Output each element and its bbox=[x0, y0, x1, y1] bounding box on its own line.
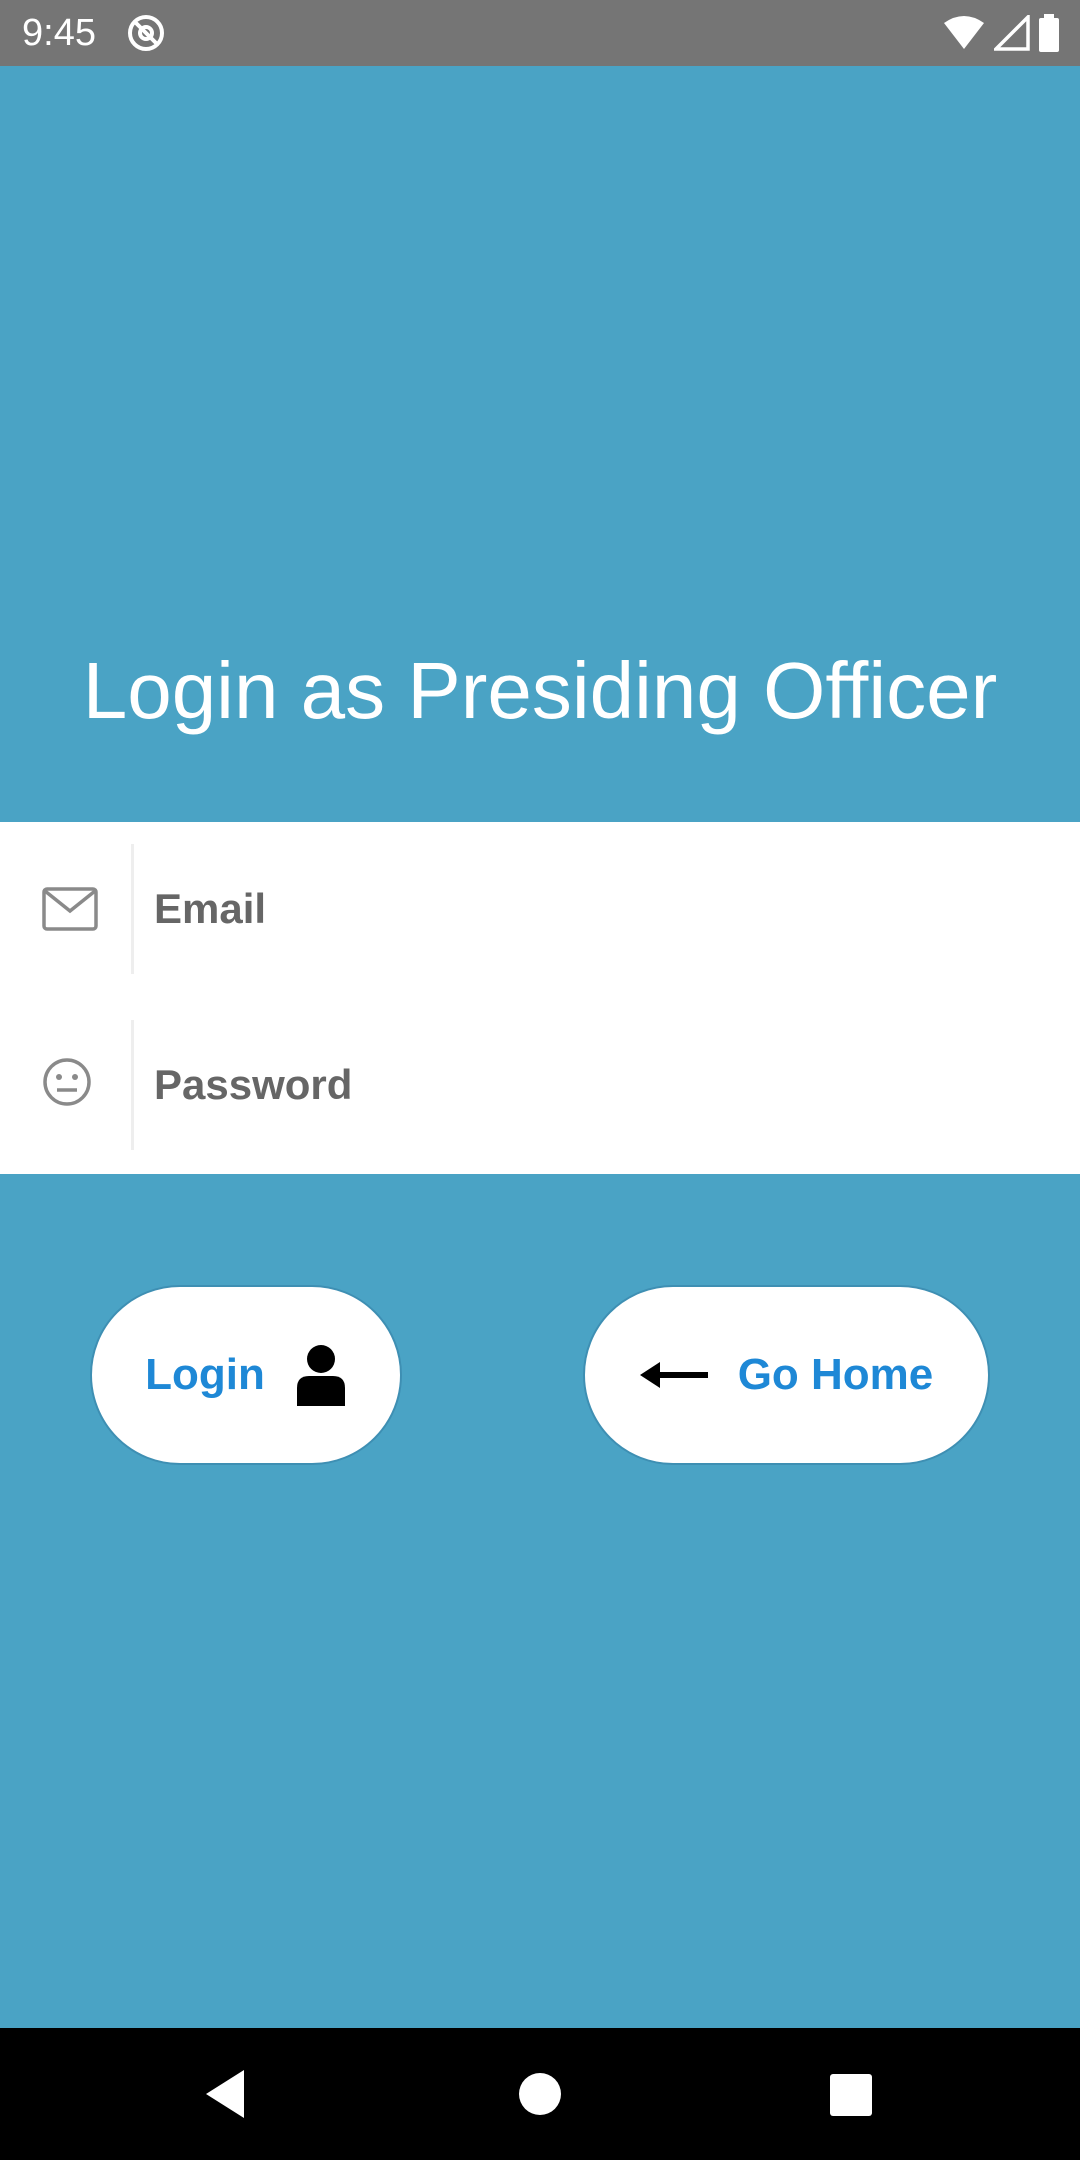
neutral-face-icon bbox=[43, 1058, 91, 1106]
recents-square-icon[interactable] bbox=[820, 2064, 880, 2124]
at-sign-icon bbox=[128, 15, 164, 51]
email-divider bbox=[131, 844, 134, 974]
arrow-left-icon bbox=[639, 1362, 708, 1388]
cell-signal-icon bbox=[994, 15, 1030, 51]
status-bar: 9:45 bbox=[0, 0, 1080, 66]
header: Login as Presiding Officer bbox=[0, 66, 1080, 822]
system-nav-bar bbox=[0, 2028, 1080, 2160]
go-home-button[interactable]: Go Home bbox=[583, 1285, 990, 1465]
wifi-icon bbox=[944, 16, 984, 49]
battery-icon bbox=[1039, 14, 1059, 52]
password-divider bbox=[131, 1020, 134, 1150]
email-field[interactable] bbox=[154, 874, 1034, 944]
home-circle-icon[interactable] bbox=[510, 2064, 570, 2124]
login-button[interactable]: Login bbox=[90, 1285, 402, 1465]
go-home-label: Go Home bbox=[737, 1350, 934, 1399]
password-row bbox=[0, 1020, 1080, 1150]
login-label: Login bbox=[145, 1350, 265, 1399]
login-form bbox=[0, 822, 1080, 1174]
status-icons bbox=[942, 12, 1060, 54]
user-icon bbox=[296, 1345, 345, 1406]
password-field[interactable] bbox=[154, 1050, 1034, 1120]
page-title: Login as Presiding Officer bbox=[82, 646, 998, 735]
envelope-icon bbox=[42, 887, 98, 931]
back-triangle-icon[interactable] bbox=[196, 2064, 256, 2124]
email-row bbox=[0, 844, 1080, 974]
status-time: 9:45 bbox=[22, 12, 96, 54]
